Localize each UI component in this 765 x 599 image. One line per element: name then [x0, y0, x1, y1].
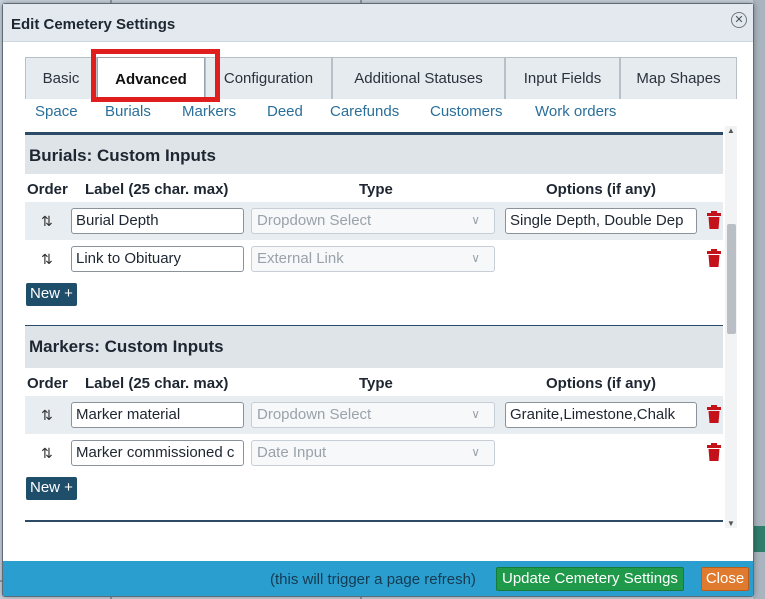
column-options: Options (if any): [546, 375, 656, 392]
column-headers: Order Label (25 char. max) Type Options …: [25, 174, 723, 202]
tab-configuration[interactable]: Configuration: [205, 57, 332, 99]
type-select[interactable]: Dropdown Select ∨: [251, 208, 495, 234]
tab-input-fields[interactable]: Input Fields: [505, 57, 620, 99]
column-headers: Order Label (25 char. max) Type Options …: [25, 368, 723, 396]
new-burial-input-button[interactable]: New +: [26, 283, 77, 306]
table-row: ⇅ Burial Depth Dropdown Select ∨ Single D…: [25, 202, 723, 240]
panel-scrollbar[interactable]: ▲ ▼: [725, 126, 737, 528]
scrollbar-thumb[interactable]: [727, 224, 736, 334]
chevron-down-icon: ∨: [471, 445, 480, 459]
new-marker-input-button[interactable]: New +: [26, 477, 77, 500]
trash-icon[interactable]: [707, 211, 721, 229]
scroll-up-icon[interactable]: ▲: [727, 126, 735, 135]
subtab-deed[interactable]: Deed: [267, 103, 303, 120]
close-icon[interactable]: ✕: [731, 12, 747, 28]
markers-section: Markers: Custom Inputs Order Label (25 c…: [25, 326, 723, 500]
settings-tabs: Basic Advanced Configuration Additional …: [25, 57, 737, 101]
edit-cemetery-settings-modal: Edit Cemetery Settings ✕ Basic Advanced …: [2, 3, 754, 597]
refresh-note: (this will trigger a page refresh): [270, 571, 476, 588]
tab-additional-statuses[interactable]: Additional Statuses: [332, 57, 505, 99]
up-down-arrows-icon[interactable]: ⇅: [41, 445, 53, 462]
up-down-arrows-icon[interactable]: ⇅: [41, 251, 53, 268]
subtab-burials[interactable]: Burials: [105, 103, 151, 120]
modal-title: Edit Cemetery Settings: [11, 16, 176, 33]
tab-advanced[interactable]: Advanced: [97, 57, 205, 101]
subtab-customers[interactable]: Customers: [430, 103, 503, 120]
type-select[interactable]: Dropdown Select ∨: [251, 402, 495, 428]
close-button[interactable]: Close: [701, 567, 749, 591]
modal-titlebar: Edit Cemetery Settings ✕: [3, 4, 753, 42]
table-row: ⇅ Link to Obituary External Link ∨: [25, 240, 723, 278]
subtab-markers[interactable]: Markers: [182, 103, 236, 120]
column-label: Label (25 char. max): [85, 181, 229, 198]
update-cemetery-settings-button[interactable]: Update Cemetery Settings: [496, 567, 684, 591]
column-options: Options (if any): [546, 181, 656, 198]
chevron-down-icon: ∨: [471, 213, 480, 227]
column-type: Type: [359, 181, 393, 198]
custom-inputs-panel: Burials: Custom Inputs Order Label (25 c…: [25, 126, 737, 528]
chevron-down-icon: ∨: [471, 251, 480, 265]
options-field[interactable]: Granite,Limestone,Chalk: [505, 402, 697, 428]
tab-basic[interactable]: Basic: [25, 57, 97, 99]
section-title: Markers: Custom Inputs: [25, 326, 723, 368]
column-label: Label (25 char. max): [85, 375, 229, 392]
up-down-arrows-icon[interactable]: ⇅: [41, 213, 53, 230]
trash-icon[interactable]: [707, 405, 721, 423]
tab-map-shapes[interactable]: Map Shapes: [620, 57, 737, 99]
column-order: Order: [27, 181, 68, 198]
scroll-down-icon[interactable]: ▼: [727, 519, 735, 528]
subtab-bar: Space Burials Markers Deed Carefunds Cus…: [25, 100, 737, 124]
section-divider: [25, 520, 723, 522]
label-field[interactable]: Burial Depth: [71, 208, 244, 234]
trash-icon[interactable]: [707, 443, 721, 461]
label-field[interactable]: Link to Obituary: [71, 246, 244, 272]
subtab-space[interactable]: Space: [35, 103, 78, 120]
trash-icon[interactable]: [707, 249, 721, 267]
column-type: Type: [359, 375, 393, 392]
column-order: Order: [27, 375, 68, 392]
label-field[interactable]: Marker commissioned c: [71, 440, 244, 466]
chevron-down-icon: ∨: [471, 407, 480, 421]
type-select[interactable]: Date Input ∨: [251, 440, 495, 466]
up-down-arrows-icon[interactable]: ⇅: [41, 407, 53, 424]
burials-section: Burials: Custom Inputs Order Label (25 c…: [25, 132, 723, 306]
label-field[interactable]: Marker material: [71, 402, 244, 428]
modal-footer: (this will trigger a page refresh) Updat…: [3, 561, 753, 596]
type-select[interactable]: External Link ∨: [251, 246, 495, 272]
section-title: Burials: Custom Inputs: [25, 132, 723, 174]
subtab-work-orders[interactable]: Work orders: [535, 103, 616, 120]
table-row: ⇅ Marker commissioned c Date Input ∨: [25, 434, 723, 472]
table-row: ⇅ Marker material Dropdown Select ∨ Grani…: [25, 396, 723, 434]
subtab-carefunds[interactable]: Carefunds: [330, 103, 399, 120]
options-field[interactable]: Single Depth, Double Dep: [505, 208, 697, 234]
background-right-strip: [753, 0, 765, 599]
